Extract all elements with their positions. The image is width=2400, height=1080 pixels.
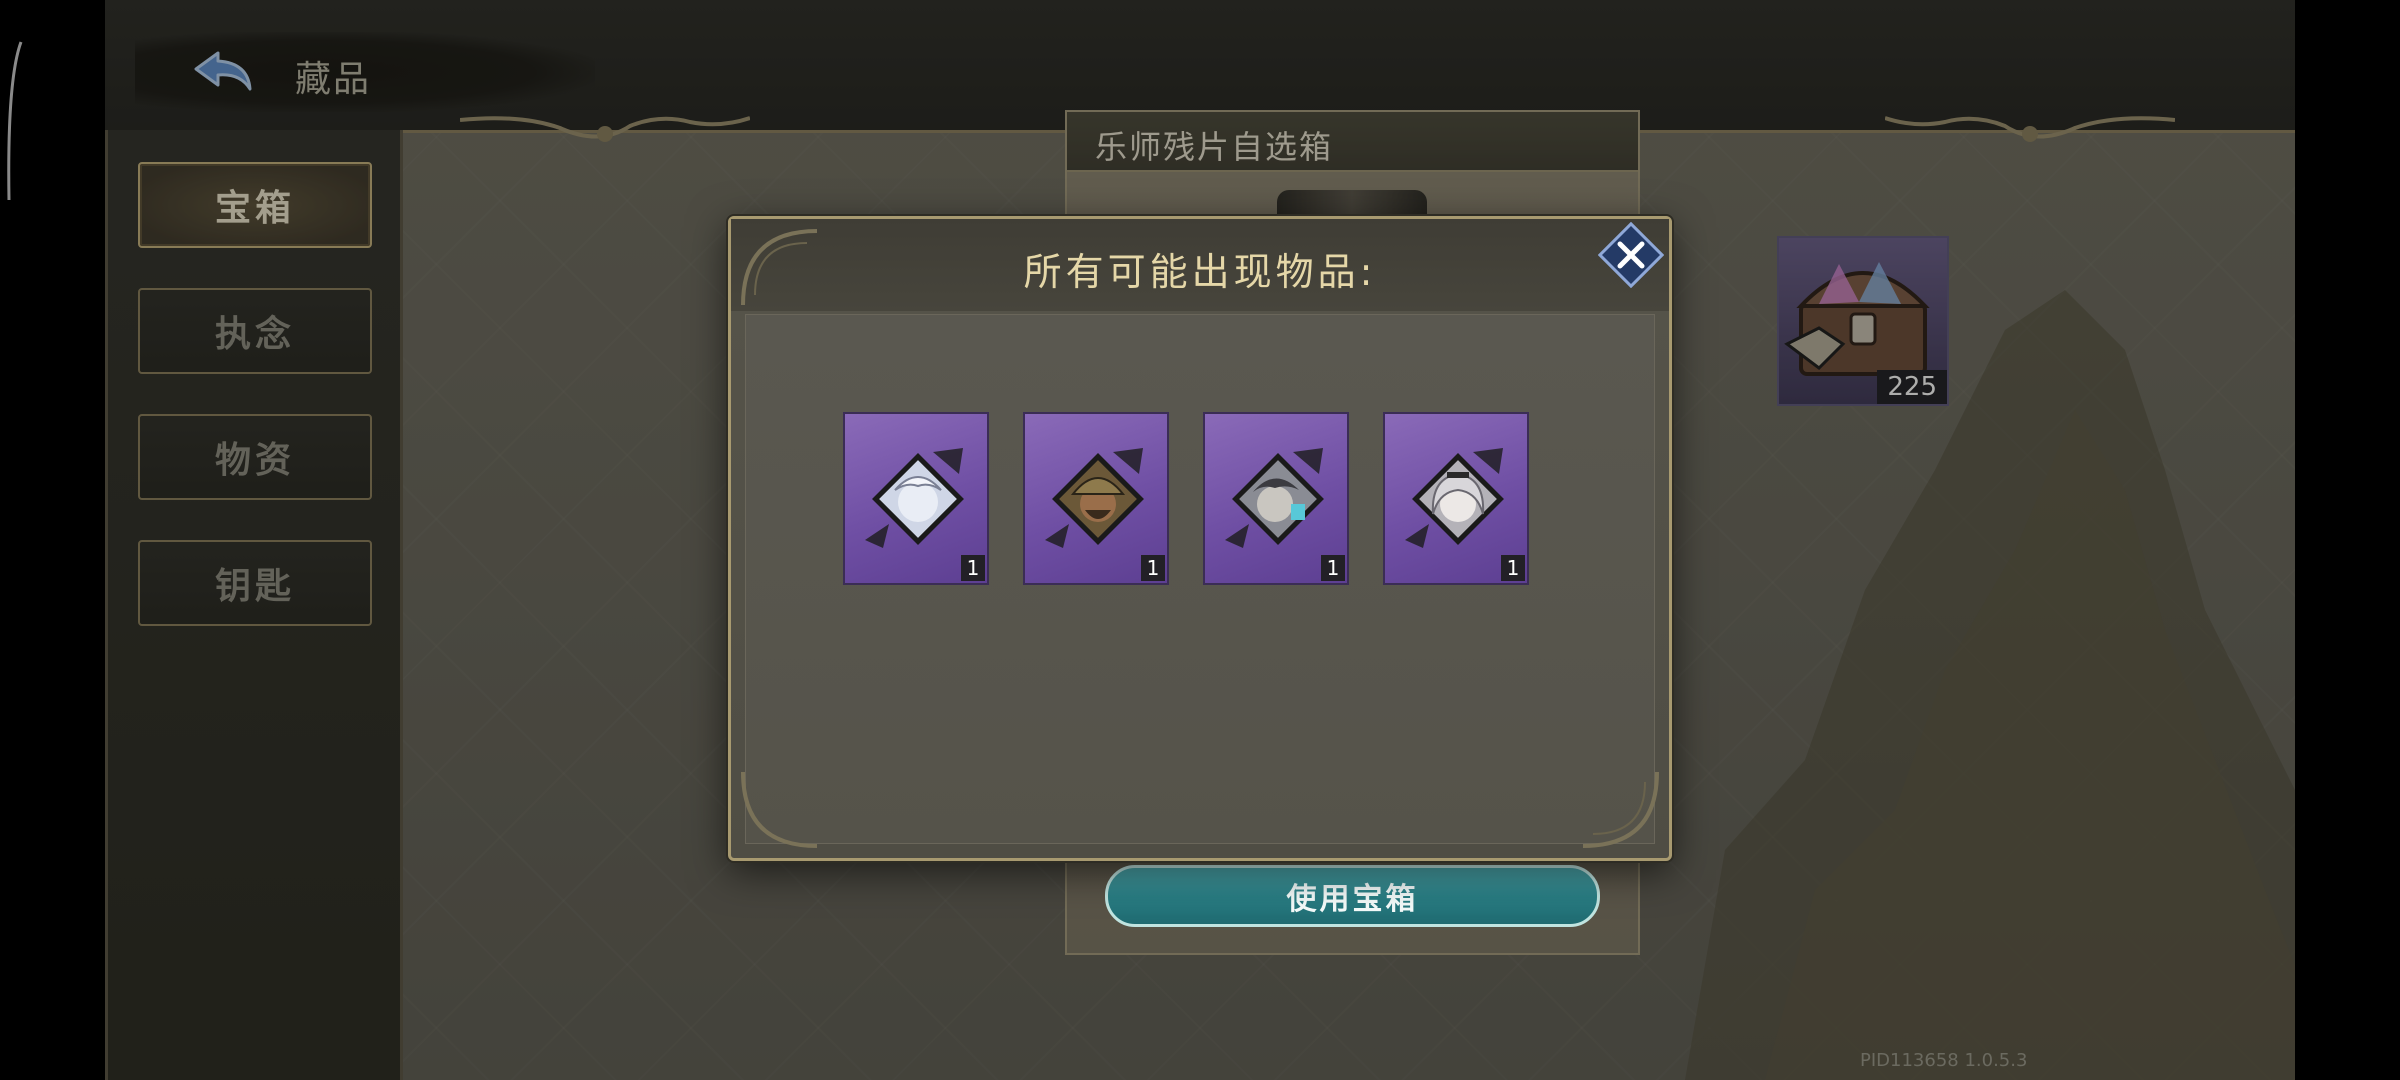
use-chest-button[interactable]: 使用宝箱: [1105, 865, 1600, 927]
dark-haired-character-portrait: [1225, 448, 1324, 548]
corner-ornament-bottom-right: [1582, 771, 1659, 848]
corner-ornament-bottom-left: [741, 771, 818, 848]
dialog-title: 所有可能出现物品:: [1023, 250, 1377, 294]
hooded-bearded-character-portrait: [1045, 448, 1144, 548]
edge-mark: [7, 41, 23, 201]
close-icon: [1597, 221, 1665, 289]
reward-count: 1: [961, 555, 985, 581]
reward-card[interactable]: 1: [1203, 412, 1349, 585]
reward-count: 1: [1501, 555, 1525, 581]
reward-card[interactable]: 1: [1023, 412, 1169, 585]
pale-haired-character-portrait: [865, 448, 964, 548]
reward-count: 1: [1141, 555, 1165, 581]
dialog-header: 所有可能出现物品:: [731, 219, 1669, 311]
reward-card[interactable]: 1: [1383, 412, 1529, 585]
reward-card[interactable]: 1: [843, 412, 989, 585]
close-button[interactable]: [1597, 221, 1665, 289]
reward-count: 1: [1321, 555, 1345, 581]
white-haired-girl-portrait: [1405, 448, 1504, 548]
corner-ornament-top-left: [741, 229, 818, 306]
